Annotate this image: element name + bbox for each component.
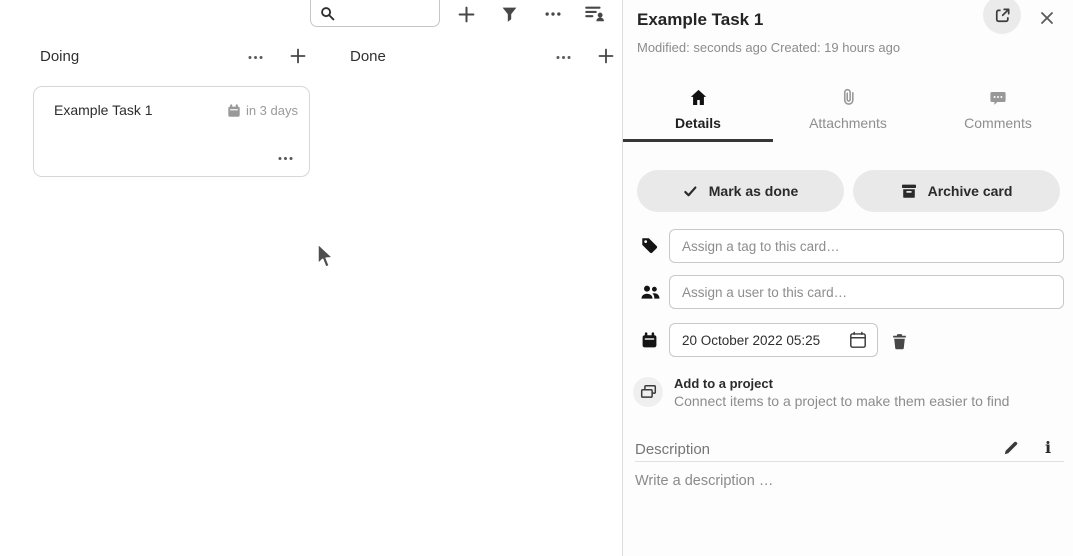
check-icon	[683, 184, 698, 199]
tag-field-row	[623, 229, 1073, 263]
kanban-board: Doing Done Example Task 1 in 3 days	[0, 0, 622, 556]
column-done-add-button[interactable]	[594, 44, 618, 68]
tab-details-label: Details	[675, 115, 721, 131]
description-header: Description i	[635, 438, 1064, 462]
tab-comments[interactable]: Comments	[923, 82, 1073, 142]
add-card-button[interactable]	[454, 2, 478, 26]
edit-description-button[interactable]	[1003, 438, 1023, 458]
sort-assignee-button[interactable]	[583, 1, 607, 25]
description-placeholder[interactable]: Write a description …	[635, 473, 773, 489]
more-icon	[277, 150, 294, 167]
archive-card-button[interactable]: Archive card	[853, 170, 1060, 212]
task-card-due: in 3 days	[227, 103, 298, 118]
column-done-menu-button[interactable]	[551, 45, 575, 69]
filter-icon	[501, 6, 518, 23]
panel-title: Example Task 1	[637, 10, 763, 30]
paperclip-icon	[840, 88, 856, 106]
board-menu-button[interactable]	[541, 2, 565, 26]
mark-as-done-button[interactable]: Mark as done	[637, 170, 844, 212]
archive-card-label: Archive card	[928, 183, 1013, 199]
due-date-value: 20 October 2022 05:25	[682, 333, 841, 348]
assign-tag-input[interactable]	[669, 229, 1064, 263]
plus-icon	[457, 5, 476, 24]
panel-tabs: Details Attachments Comments	[623, 82, 1073, 142]
plus-icon	[597, 47, 615, 65]
task-card-title: Example Task 1	[54, 102, 153, 118]
task-card-due-label: in 3 days	[246, 103, 298, 118]
task-card-menu-button[interactable]	[274, 149, 296, 167]
projects-icon	[633, 377, 663, 407]
add-to-project-row[interactable]: Add to a project Connect items to a proj…	[623, 374, 1073, 412]
due-date-row: 20 October 2022 05:25	[623, 323, 1073, 357]
assign-user-input[interactable]	[669, 275, 1064, 309]
column-doing-menu-button[interactable]	[243, 45, 267, 69]
tab-comments-label: Comments	[964, 115, 1032, 131]
user-field-row	[623, 275, 1073, 309]
column-doing-add-button[interactable]	[286, 44, 310, 68]
pop-out-button[interactable]	[983, 0, 1021, 34]
pencil-icon	[1003, 440, 1019, 456]
more-icon	[555, 49, 572, 66]
home-icon	[690, 88, 707, 106]
tab-details[interactable]: Details	[623, 82, 773, 142]
task-card[interactable]: Example Task 1 in 3 days	[33, 86, 310, 177]
trash-icon	[891, 333, 908, 350]
plus-icon	[289, 47, 307, 65]
tab-attachments[interactable]: Attachments	[773, 82, 923, 142]
calendar-icon	[641, 332, 658, 349]
tag-icon	[641, 237, 658, 254]
close-icon[interactable]	[1037, 8, 1057, 28]
column-title-doing: Doing	[40, 48, 79, 65]
card-details-panel: Example Task 1 Modified: seconds ago Cre…	[622, 0, 1073, 556]
due-date-picker-button[interactable]: 20 October 2022 05:25	[669, 323, 878, 357]
users-icon	[641, 285, 660, 300]
more-icon	[544, 5, 562, 23]
search-icon	[320, 6, 335, 21]
sort-assignee-icon	[585, 4, 605, 22]
calendar-icon	[227, 104, 241, 118]
search-input-wrapper	[310, 0, 440, 27]
calendar-outline-icon	[849, 331, 867, 349]
tab-attachments-label: Attachments	[809, 115, 887, 131]
description-label: Description	[635, 441, 710, 458]
info-icon[interactable]: i	[1040, 436, 1056, 458]
column-title-done: Done	[350, 48, 386, 65]
search-input[interactable]	[341, 3, 433, 23]
panel-meta: Modified: seconds ago Created: 19 hours …	[637, 40, 900, 55]
mouse-cursor	[314, 242, 337, 273]
archive-icon	[901, 183, 917, 199]
mark-as-done-label: Mark as done	[709, 183, 798, 199]
filter-button[interactable]	[497, 2, 521, 26]
add-to-project-title: Add to a project	[674, 376, 773, 391]
remove-due-date-button[interactable]	[891, 331, 911, 351]
pop-out-icon	[994, 7, 1011, 24]
more-icon	[247, 49, 264, 66]
add-to-project-subtitle: Connect items to a project to make them …	[674, 393, 1009, 409]
comment-icon	[990, 88, 1006, 106]
